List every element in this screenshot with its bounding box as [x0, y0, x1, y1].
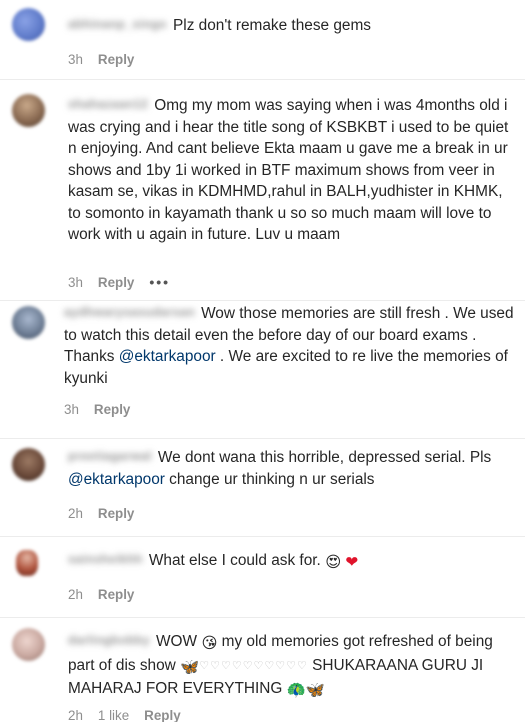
- divider: [0, 79, 525, 80]
- comment-username[interactable]: sainsheikhh: [68, 549, 143, 571]
- comment-username[interactable]: abhinanp_singo: [68, 14, 167, 36]
- divider: [0, 536, 525, 537]
- comment-time: 2h: [68, 506, 83, 521]
- reply-button[interactable]: Reply: [144, 708, 180, 722]
- reply-button[interactable]: Reply: [98, 52, 134, 67]
- avatar[interactable]: [16, 550, 38, 576]
- comment-meta: 2h 1 like Reply: [68, 708, 196, 722]
- comment-time: 3h: [64, 402, 79, 417]
- comment-body: darlingbobby WOW 😘 my old memories got re…: [68, 630, 517, 702]
- comment-time: 2h: [68, 708, 83, 722]
- comment-meta: 2h Reply: [68, 506, 149, 521]
- comment-time: 2h: [68, 587, 83, 602]
- divider: [0, 300, 525, 301]
- comment-meta: 3h Reply: [68, 52, 149, 67]
- mention-link[interactable]: @ektarkapoor: [68, 471, 165, 488]
- reply-button[interactable]: Reply: [98, 587, 134, 602]
- comment-username[interactable]: preetiagarwal: [68, 446, 152, 468]
- reply-button[interactable]: Reply: [98, 275, 134, 290]
- comment-text: change ur thinking n ur serials: [164, 470, 375, 488]
- comment-text: What else I could ask for.: [148, 552, 321, 569]
- reply-button[interactable]: Reply: [98, 506, 134, 521]
- avatar[interactable]: [12, 8, 45, 41]
- heart-eyes-emoji-icon: 😍: [325, 554, 342, 571]
- kiss-emoji-icon: 😘: [201, 635, 218, 652]
- reply-button[interactable]: Reply: [94, 402, 130, 417]
- comment-text: Plz don't remake these gems: [173, 17, 371, 34]
- comment-username[interactable]: shahazaan12: [68, 94, 148, 116]
- divider: [0, 438, 525, 439]
- comment-username[interactable]: aydhwarysasudarsan: [64, 302, 195, 324]
- comment-username[interactable]: darlingbobby: [68, 630, 150, 652]
- avatar[interactable]: [12, 306, 45, 339]
- comment-body: preetiagarwal We dont wana this horrible,…: [68, 446, 517, 490]
- comment-text: We dont wana this horrible, depressed se…: [157, 449, 492, 466]
- comment-meta: 2h Reply: [68, 587, 149, 602]
- peacock-icon: 🦚: [286, 682, 306, 699]
- comment-time: 3h: [68, 275, 83, 290]
- comment-time: 3h: [68, 52, 83, 67]
- comment-body: abhinanp_singo Plz don't remake these gem…: [68, 14, 517, 37]
- comment-body: aydhwarysasudarsan Wow those memories are…: [64, 302, 517, 389]
- comment-meta: 3h Reply: [64, 402, 145, 417]
- hearts-icon: ♡♡♡♡♡♡♡♡♡♡: [199, 659, 308, 672]
- mention-link[interactable]: @ektarkapoor: [119, 348, 216, 365]
- avatar[interactable]: [12, 628, 45, 661]
- more-options-icon[interactable]: •••: [149, 274, 170, 290]
- comment-body: sainsheikhh What else I could ask for. 😍 …: [68, 549, 517, 574]
- avatar[interactable]: [12, 448, 45, 481]
- comment-meta: 3h Reply •••: [68, 274, 185, 290]
- likes-count[interactable]: 1 like: [98, 708, 129, 722]
- comment-text: Omg my mom was saying when i was 4months…: [68, 97, 509, 243]
- avatar[interactable]: [12, 94, 45, 127]
- butterfly-icon: 🦋: [305, 682, 325, 699]
- comment-list: abhinanp_singo Plz don't remake these gem…: [0, 0, 525, 722]
- divider: [0, 617, 525, 618]
- heart-icon: ❤: [345, 554, 359, 571]
- butterfly-icon: 🦋: [180, 658, 200, 676]
- comment-body: shahazaan12 Omg my mom was saying when i …: [68, 94, 517, 246]
- comment-text: WOW: [156, 633, 198, 650]
